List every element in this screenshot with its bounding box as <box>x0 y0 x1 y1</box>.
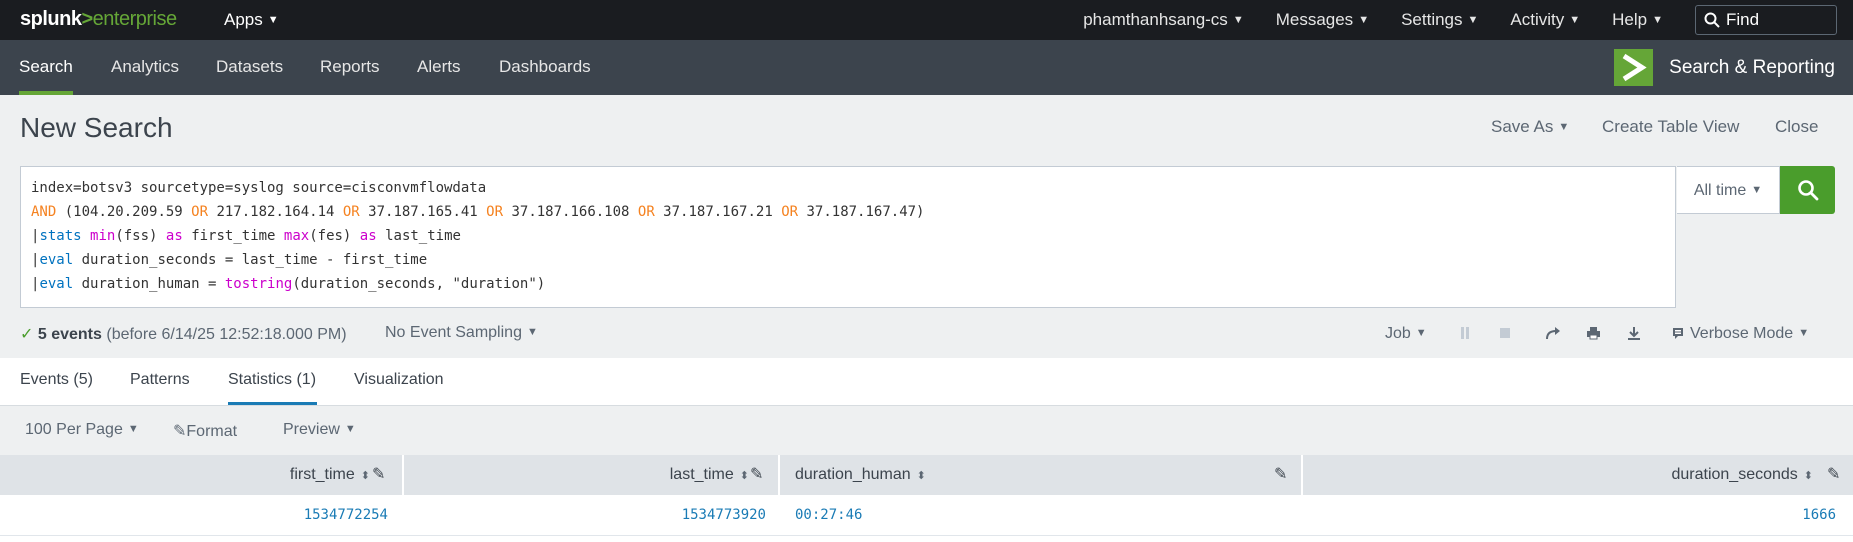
tab-analytics[interactable]: Analytics <box>111 40 179 95</box>
tab-search[interactable]: Search <box>19 40 73 95</box>
column-header-duration-seconds[interactable]: duration_seconds ⬍ <box>1303 455 1813 495</box>
create-table-view-button[interactable]: Create Table View <box>1602 117 1739 137</box>
caret-down-icon: ▼ <box>1751 184 1763 196</box>
preview-dropdown[interactable]: Preview ▼ <box>283 421 356 439</box>
share-icon[interactable] <box>1545 326 1561 340</box>
app-navigation-bar: Search Analytics Datasets Reports Alerts… <box>0 40 1853 95</box>
format-button[interactable]: ✎Format <box>173 421 237 441</box>
column-divider <box>778 455 780 495</box>
per-page-dropdown[interactable]: 100 Per Page ▼ <box>25 421 139 439</box>
caret-down-icon: ▼ <box>1358 14 1370 26</box>
save-as-button[interactable]: Save As ▼ <box>1491 117 1569 137</box>
search-mode-dropdown[interactable]: Verbose Mode ▼ <box>1672 325 1809 343</box>
page-title: New Search <box>20 112 173 143</box>
settings-menu[interactable]: Settings ▼ <box>1401 10 1478 30</box>
top-right-menus: phamthanhsang-cs ▼ Messages ▼ Settings ▼ Ac… <box>1083 0 1853 40</box>
close-button[interactable]: Close <box>1775 117 1818 137</box>
sort-icon: ⬍ <box>1803 470 1813 482</box>
check-icon: ✓ <box>20 326 34 343</box>
search-button[interactable] <box>1780 166 1835 214</box>
export-icon[interactable] <box>1627 326 1641 340</box>
result-tabs: Events (5) Patterns Statistics (1) Visua… <box>0 358 1853 406</box>
tab-patterns[interactable]: Patterns <box>130 371 190 389</box>
splunk-logo[interactable]: splunk>enterprise <box>20 8 177 31</box>
sort-icon: ⬍ <box>360 470 370 482</box>
search-icon <box>1797 180 1818 201</box>
job-status: ✓ 5 events (before 6/14/25 12:52:18.000 … <box>20 324 347 344</box>
query-line-5: |eval duration_human = tostring(duration… <box>31 276 546 292</box>
app-brand[interactable]: Search & Reporting <box>1614 49 1835 86</box>
column-header-last-time[interactable]: last_time ⬍ <box>404 455 749 495</box>
caret-down-icon: ▼ <box>1652 14 1663 26</box>
query-line-2: AND (104.20.209.59 OR 217.182.164.14 OR … <box>31 204 925 220</box>
results-table-header: first_time ⬍ ✎ last_time ⬍ ✎ duration_huma… <box>0 455 1853 495</box>
search-reporting-app-icon <box>1614 49 1654 86</box>
edit-column-icon[interactable]: ✎ <box>372 455 385 495</box>
stop-icon[interactable] <box>1499 326 1511 340</box>
event-count-detail: (before 6/14/25 12:52:18.000 PM) <box>106 326 347 343</box>
caret-down-icon: ▼ <box>526 326 538 338</box>
query-line-3: |stats min(fss) as first_time max(fes) a… <box>31 228 461 244</box>
tab-datasets[interactable]: Datasets <box>216 40 283 95</box>
sort-icon: ⬍ <box>739 470 749 482</box>
tab-dashboards[interactable]: Dashboards <box>499 40 591 95</box>
sort-icon: ⬍ <box>916 470 926 482</box>
messages-menu[interactable]: Messages ▼ <box>1276 10 1369 30</box>
job-menu[interactable]: Job ▼ <box>1385 325 1427 343</box>
tab-events[interactable]: Events (5) <box>20 371 93 389</box>
query-line-4: |eval duration_seconds = last_time - fir… <box>31 252 428 268</box>
edit-column-icon[interactable]: ✎ <box>750 455 763 495</box>
caret-down-icon: ▼ <box>267 14 279 26</box>
tab-visualization[interactable]: Visualization <box>354 371 444 389</box>
caret-down-icon: ▼ <box>1232 14 1244 26</box>
cell-last-time[interactable]: 1534773920 <box>404 507 766 523</box>
tab-statistics[interactable]: Statistics (1) <box>228 371 317 405</box>
search-query-editor[interactable]: index=botsv3 sourcetype=syslog source=ci… <box>20 166 1676 308</box>
tab-alerts[interactable]: Alerts <box>417 40 460 95</box>
pencil-icon: ✎ <box>173 423 187 440</box>
caret-down-icon: ▼ <box>127 423 139 435</box>
event-sampling-dropdown[interactable]: No Event Sampling ▼ <box>385 324 538 342</box>
caret-down-icon: ▼ <box>1415 327 1427 339</box>
activity-menu[interactable]: Activity ▼ <box>1510 10 1580 30</box>
caret-down-icon: ▼ <box>344 423 356 435</box>
table-row: 1534772254 1534773920 00:27:46 1666 <box>0 495 1853 536</box>
caret-down-icon: ▼ <box>1467 14 1479 26</box>
edit-column-icon[interactable]: ✎ <box>1274 455 1287 495</box>
time-range-picker[interactable]: All time ▼ <box>1677 166 1780 214</box>
mode-icon <box>1673 328 1683 339</box>
search-icon <box>1704 12 1720 28</box>
apps-menu[interactable]: Apps ▼ <box>224 10 279 30</box>
top-navigation-bar: splunk>enterprise Apps ▼ phamthanhsang-cs… <box>0 0 1853 40</box>
caret-down-icon: ▼ <box>1558 121 1570 133</box>
user-menu[interactable]: phamthanhsang-cs ▼ <box>1083 10 1243 30</box>
event-count: 5 events <box>37 326 102 343</box>
cell-first-time[interactable]: 1534772254 <box>0 507 388 523</box>
app-title: Search & Reporting <box>1669 56 1835 78</box>
column-header-first-time[interactable]: first_time ⬍ <box>0 455 370 495</box>
help-menu[interactable]: Help ▼ <box>1612 10 1663 30</box>
cell-duration-seconds[interactable]: 1666 <box>1303 507 1836 523</box>
find-input[interactable]: Find <box>1695 5 1837 35</box>
edit-column-icon[interactable]: ✎ <box>1827 455 1840 495</box>
print-icon[interactable] <box>1586 326 1601 340</box>
tab-reports[interactable]: Reports <box>320 40 380 95</box>
caret-down-icon: ▼ <box>1569 14 1581 26</box>
caret-down-icon: ▼ <box>1798 327 1810 339</box>
cell-duration-human[interactable]: 00:27:46 <box>795 507 862 523</box>
results-toolbar: 100 Per Page ▼ ✎Format Preview ▼ <box>0 406 1853 455</box>
column-header-duration-human[interactable]: duration_human ⬍ <box>795 455 926 495</box>
query-line-1: index=botsv3 sourcetype=syslog source=ci… <box>31 180 487 196</box>
pause-icon[interactable] <box>1459 326 1471 340</box>
